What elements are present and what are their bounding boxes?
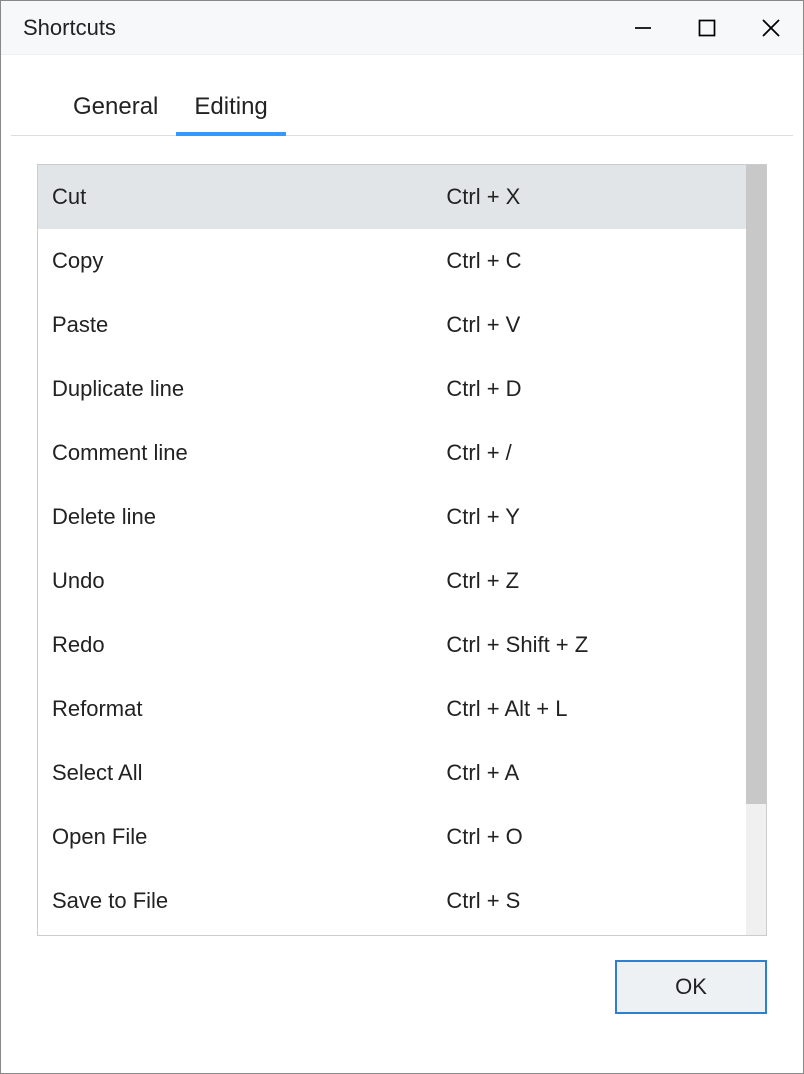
- shortcut-action: Duplicate line: [52, 376, 446, 402]
- shortcut-keys: Ctrl + O: [446, 824, 732, 850]
- shortcut-keys: Ctrl + C: [446, 248, 732, 274]
- shortcut-action: Save to File: [52, 888, 446, 914]
- shortcut-action: Comment line: [52, 440, 446, 466]
- list-item[interactable]: Paste Ctrl + V: [38, 293, 746, 357]
- shortcut-action: Select All: [52, 760, 446, 786]
- scrollbar-thumb[interactable]: [746, 165, 766, 804]
- shortcut-action: Delete line: [52, 504, 446, 530]
- shortcut-keys: Ctrl + Y: [446, 504, 732, 530]
- shortcut-keys: Ctrl + Shift + Z: [446, 632, 732, 658]
- list-item[interactable]: Open File Ctrl + O: [38, 805, 746, 869]
- content-area: General Editing Cut Ctrl + X Copy Ctrl +…: [1, 55, 803, 1073]
- close-icon: [761, 18, 781, 38]
- list-item[interactable]: Save to File Ctrl + S: [38, 869, 746, 933]
- shortcut-keys: Ctrl + X: [446, 184, 732, 210]
- shortcut-action: Reformat: [52, 696, 446, 722]
- shortcut-keys: Ctrl + D: [446, 376, 732, 402]
- shortcut-keys: Ctrl + S: [446, 888, 732, 914]
- list-item[interactable]: Delete line Ctrl + Y: [38, 485, 746, 549]
- list-item[interactable]: Copy Ctrl + C: [38, 229, 746, 293]
- footer: OK: [1, 936, 803, 1042]
- window-controls: [611, 1, 803, 54]
- tab-editing[interactable]: Editing: [176, 87, 285, 135]
- minimize-icon: [634, 19, 652, 37]
- list-item[interactable]: Redo Ctrl + Shift + Z: [38, 613, 746, 677]
- minimize-button[interactable]: [611, 1, 675, 54]
- shortcut-action: Redo: [52, 632, 446, 658]
- shortcut-action: Open File: [52, 824, 446, 850]
- maximize-icon: [698, 19, 716, 37]
- close-button[interactable]: [739, 1, 803, 54]
- shortcuts-list-container: Cut Ctrl + X Copy Ctrl + C Paste Ctrl + …: [37, 164, 767, 936]
- shortcut-keys: Ctrl + Alt + L: [446, 696, 732, 722]
- tab-general[interactable]: General: [55, 87, 176, 135]
- tab-bar: General Editing: [11, 55, 793, 136]
- shortcut-action: Cut: [52, 184, 446, 210]
- shortcut-action: Copy: [52, 248, 446, 274]
- list-item[interactable]: Comment line Ctrl + /: [38, 421, 746, 485]
- list-item[interactable]: Duplicate line Ctrl + D: [38, 357, 746, 421]
- shortcut-action: Undo: [52, 568, 446, 594]
- shortcut-keys: Ctrl + /: [446, 440, 732, 466]
- shortcut-keys: Ctrl + V: [446, 312, 732, 338]
- shortcut-action: Paste: [52, 312, 446, 338]
- ok-button[interactable]: OK: [615, 960, 767, 1014]
- shortcuts-list[interactable]: Cut Ctrl + X Copy Ctrl + C Paste Ctrl + …: [38, 165, 746, 935]
- shortcuts-window: Shortcuts General Editing Cut Ctrl + X: [0, 0, 804, 1074]
- list-item[interactable]: Undo Ctrl + Z: [38, 549, 746, 613]
- maximize-button[interactable]: [675, 1, 739, 54]
- shortcut-keys: Ctrl + Z: [446, 568, 732, 594]
- shortcut-keys: Ctrl + A: [446, 760, 732, 786]
- scrollbar[interactable]: [746, 165, 766, 935]
- list-item[interactable]: Reformat Ctrl + Alt + L: [38, 677, 746, 741]
- titlebar: Shortcuts: [1, 1, 803, 55]
- window-title: Shortcuts: [23, 15, 116, 41]
- list-item[interactable]: Cut Ctrl + X: [38, 165, 746, 229]
- list-item[interactable]: Select All Ctrl + A: [38, 741, 746, 805]
